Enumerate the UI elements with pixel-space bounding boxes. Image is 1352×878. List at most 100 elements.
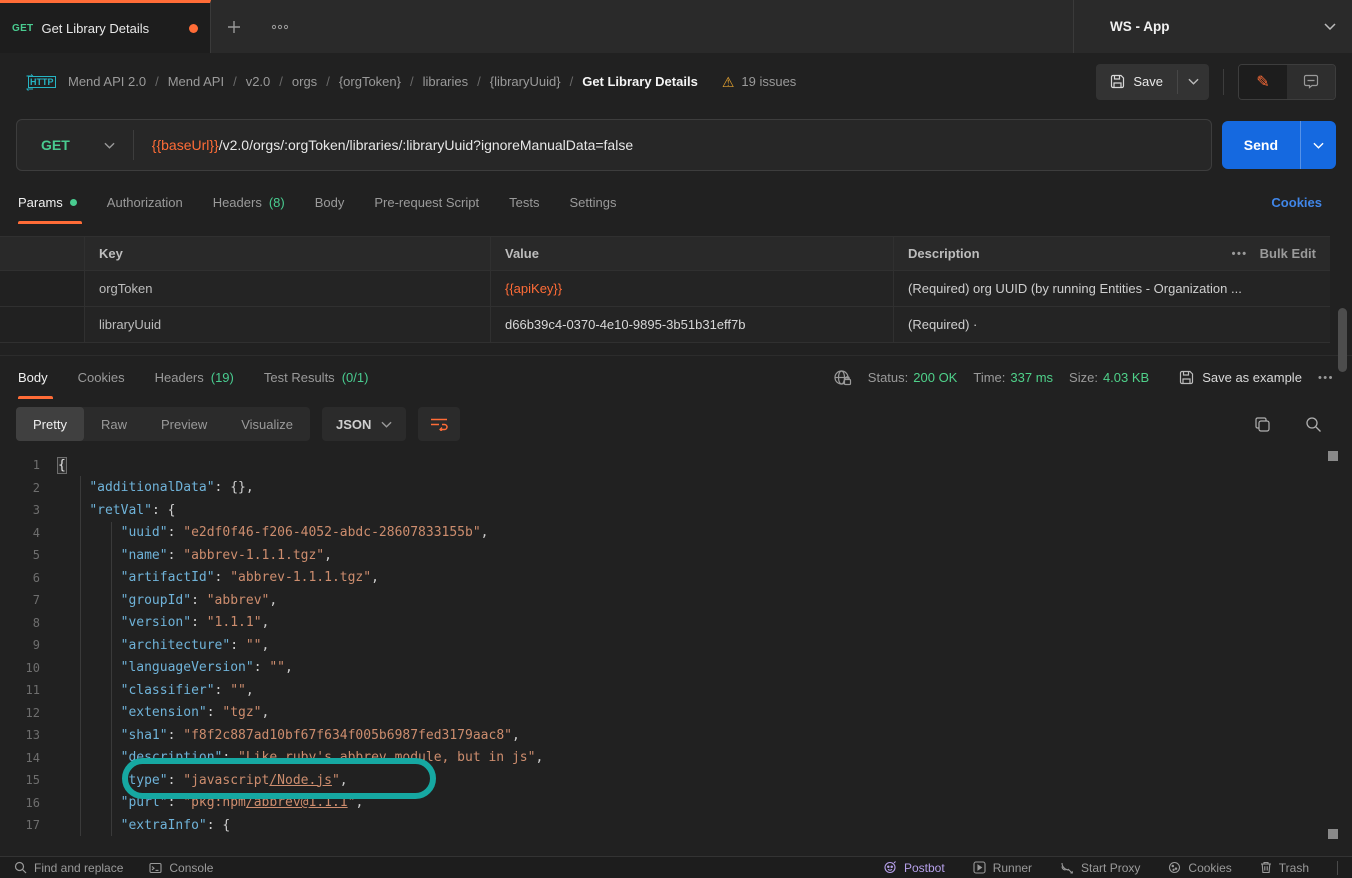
mode-visualize[interactable]: Visualize [224, 407, 310, 441]
runner-button[interactable]: Runner [973, 861, 1032, 875]
line-number: 10 [0, 661, 58, 675]
column-header-description: Description [893, 237, 1180, 270]
vertical-scrollbar[interactable] [1338, 308, 1347, 372]
code-scrollbar-thumb[interactable] [1328, 451, 1338, 461]
param-key[interactable]: orgToken [84, 271, 490, 306]
search-icon[interactable] [1305, 416, 1322, 433]
find-and-replace-button[interactable]: Find and replace [14, 861, 123, 875]
method-selector[interactable]: GET [17, 137, 133, 153]
cookies-link[interactable]: Cookies [1271, 180, 1334, 224]
line-number: 8 [0, 616, 58, 630]
console-icon [149, 862, 162, 874]
console-button[interactable]: Console [149, 861, 213, 875]
tab-prerequest-script[interactable]: Pre-request Script [359, 180, 494, 224]
status-badge[interactable]: Status: 200 OK [868, 370, 958, 385]
test-results-count: (0/1) [342, 370, 369, 385]
code-line: 16 "purl": "pkg:npm/abbrev@1.1.1", [0, 792, 1352, 815]
network-lock-icon[interactable] [833, 369, 852, 387]
send-button[interactable]: Send [1222, 121, 1300, 169]
mode-raw[interactable]: Raw [84, 407, 144, 441]
params-active-dot [70, 199, 77, 206]
tab-settings[interactable]: Settings [554, 180, 631, 224]
line-number: 13 [0, 728, 58, 742]
breadcrumb-item[interactable]: {orgToken} [339, 74, 401, 89]
code-line: 11 "classifier": "", [0, 679, 1352, 702]
trash-button[interactable]: Trash [1260, 861, 1309, 875]
breadcrumb-item[interactable]: libraries [423, 74, 469, 89]
response-options-icon[interactable]: ••• [1318, 372, 1334, 384]
postbot-button[interactable]: Postbot [883, 861, 945, 875]
tab-overflow-button[interactable] [257, 0, 303, 53]
breadcrumb-item[interactable]: Mend API [168, 74, 224, 89]
satellite-icon [1060, 861, 1074, 874]
code-line: 17 "extraInfo": { [0, 814, 1352, 837]
table-header-row: Key Value Description ••• Bulk Edit [0, 237, 1330, 271]
row-handle-column [0, 237, 84, 270]
param-value[interactable]: {{apiKey}} [490, 271, 893, 306]
chevron-down-icon [1313, 142, 1324, 149]
issues-indicator[interactable]: ⚠ 19 issues [722, 74, 796, 89]
request-tab[interactable]: GET Get Library Details [0, 0, 211, 53]
table-row[interactable]: orgToken {{apiKey}} (Required) org UUID … [0, 271, 1330, 307]
tab-response-cookies[interactable]: Cookies [63, 356, 140, 399]
ellipsis-icon [271, 24, 289, 30]
breadcrumb: Mend API 2.0/ Mend API/ v2.0/ orgs/ {org… [68, 74, 698, 89]
column-options-icon[interactable]: ••• [1232, 248, 1248, 260]
code-line: 10 "languageVersion": "", [0, 657, 1352, 680]
save-button[interactable]: Save [1096, 64, 1177, 100]
save-split-button: Save [1096, 64, 1209, 100]
edit-button[interactable]: ✎ [1239, 65, 1287, 99]
breadcrumb-item[interactable]: v2.0 [246, 74, 271, 89]
tab-response-headers[interactable]: Headers (19) [140, 356, 249, 399]
cookie-icon [1168, 861, 1181, 874]
request-name[interactable]: Get Library Details [582, 74, 698, 89]
response-headers-count: (19) [211, 370, 234, 385]
tab-strip-spacer [303, 0, 1073, 53]
param-value[interactable]: d66b39c4-0370-4e10-9895-3b51b31eff7b [490, 307, 893, 342]
url-input[interactable]: {{baseUrl}}/v2.0/orgs/:orgToken/librarie… [134, 137, 651, 153]
line-number: 15 [0, 773, 58, 787]
bulk-edit-button[interactable]: Bulk Edit [1260, 246, 1316, 261]
breadcrumb-item[interactable]: Mend API 2.0 [68, 74, 146, 89]
workspace-selector[interactable]: WS - App [1074, 0, 1352, 53]
line-number: 2 [0, 481, 58, 495]
size-badge[interactable]: Size: 4.03 KB [1069, 370, 1149, 385]
active-tab-underline [18, 221, 82, 224]
tab-body[interactable]: Body [300, 180, 360, 224]
tab-authorization[interactable]: Authorization [92, 180, 198, 224]
params-table: Key Value Description ••• Bulk Edit orgT… [0, 236, 1330, 343]
issues-count: 19 issues [741, 74, 796, 89]
mode-pretty[interactable]: Pretty [16, 407, 84, 441]
pencil-icon: ✎ [1256, 72, 1269, 92]
line-number: 12 [0, 706, 58, 720]
comments-button[interactable] [1287, 65, 1335, 99]
table-row[interactable]: libraryUuid d66b39c4-0370-4e10-9895-3b51… [0, 307, 1330, 342]
tab-test-results[interactable]: Test Results (0/1) [249, 356, 384, 399]
cookies-button[interactable]: Cookies [1168, 861, 1231, 875]
response-body-viewer[interactable]: 1{2 "additionalData": {},3 "retVal": {4 … [0, 449, 1352, 840]
wrap-lines-button[interactable] [418, 407, 460, 441]
send-options-button[interactable] [1301, 121, 1336, 169]
breadcrumb-item[interactable]: orgs [292, 74, 317, 89]
time-badge[interactable]: Time: 337 ms [973, 370, 1053, 385]
save-options-button[interactable] [1178, 64, 1209, 100]
tab-headers[interactable]: Headers (8) [198, 180, 300, 224]
tab-params[interactable]: Params [18, 180, 92, 224]
start-proxy-button[interactable]: Start Proxy [1060, 861, 1140, 875]
line-number: 11 [0, 683, 58, 697]
tab-response-body[interactable]: Body [18, 356, 63, 399]
language-selector[interactable]: JSON [322, 407, 406, 441]
url-path: /v2.0/orgs/:orgToken/libraries/:libraryU… [219, 137, 633, 153]
mode-preview[interactable]: Preview [144, 407, 224, 441]
new-tab-button[interactable] [211, 0, 257, 53]
breadcrumb-item[interactable]: {libraryUuid} [490, 74, 561, 89]
copy-icon[interactable] [1254, 416, 1271, 433]
code-line: 7 "groupId": "abbrev", [0, 589, 1352, 612]
table-actions: ••• Bulk Edit [1180, 237, 1330, 270]
code-lines: 1{2 "additionalData": {},3 "retVal": {4 … [0, 454, 1352, 837]
param-key[interactable]: libraryUuid [84, 307, 490, 342]
save-as-example-button[interactable]: Save as example [1179, 370, 1302, 385]
edit-comment-group: ✎ [1238, 64, 1336, 100]
response-tools [1254, 416, 1336, 433]
tab-tests[interactable]: Tests [494, 180, 554, 224]
